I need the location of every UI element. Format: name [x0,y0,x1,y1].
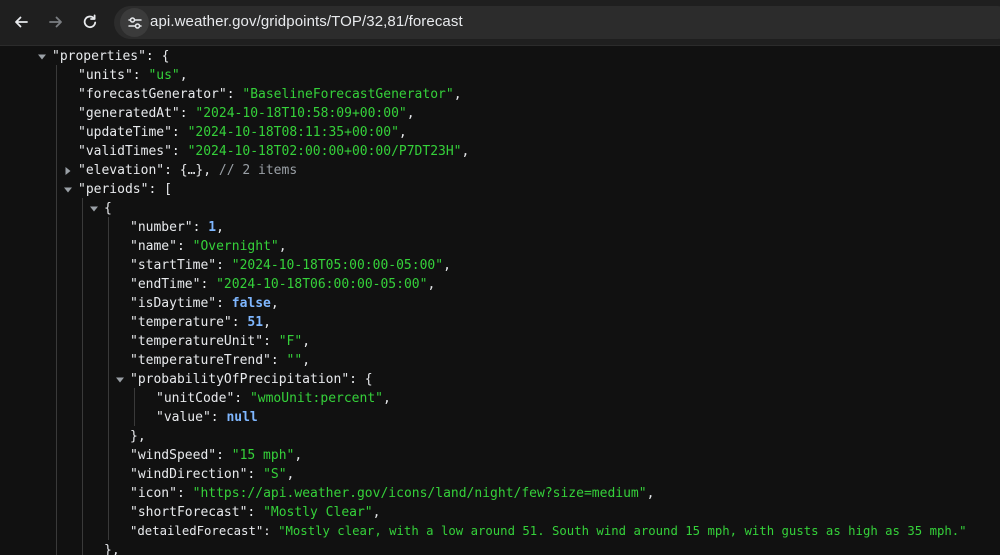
collapse-toggle-period-0[interactable] [89,199,99,218]
forward-arrow-icon [49,16,62,28]
json-boolean: false [231,296,271,311]
item-count-comment: // 2 items [218,163,298,178]
json-key: "updateTime" [78,125,172,140]
json-number: 1 [208,220,217,235]
json-string: "2024-10-18T02:00:00+00:00/P7DT23H" [187,144,462,159]
json-line: "detailedForecast": "Mostly clear, with … [130,524,967,538]
json-line: "unitCode": "wmoUnit:percent", [156,391,391,406]
json-key: "number" [130,220,193,235]
json-string: "2024-10-18T08:11:35+00:00" [187,125,399,140]
json-key: "temperatureTrend" [130,353,271,368]
json-string: "Mostly clear, with a low around 51. Sou… [278,524,967,538]
json-line: "number": 1, [130,220,224,235]
back-button[interactable] [7,8,35,36]
indent-guide [134,388,135,426]
browser-toolbar: api.weather.gov/gridpoints/TOP/32,81/for… [0,0,1000,46]
json-key: "windSpeed" [130,448,217,463]
json-number: 51 [247,315,264,330]
collapse-toggle-pop[interactable] [115,370,125,389]
json-key: "icon" [130,486,177,501]
json-line: "temperatureUnit": "F", [130,334,311,349]
json-line: "endTime": "2024-10-18T06:00:00-05:00", [130,277,436,292]
json-string: "2024-10-18T06:00:00-05:00" [216,277,428,292]
json-line: }, [130,429,146,444]
collapsed-object[interactable]: {…} [180,163,203,178]
json-string: "" [286,353,303,368]
json-line: "probabilityOfPrecipitation": { [130,372,373,387]
triangle-down-icon [64,187,72,192]
json-key: "probabilityOfPrecipitation" [130,372,350,387]
json-line: "isDaytime": false, [130,296,279,311]
json-key: "temperatureUnit" [130,334,264,349]
indent-guide [108,217,109,540]
json-key: "value" [156,410,211,425]
json-line: "forecastGenerator": "BaselineForecastGe… [78,87,462,102]
json-line: "properties": { [52,49,170,64]
site-info-button[interactable] [120,8,149,37]
json-string: "2024-10-18T05:00:00-05:00" [231,258,444,273]
json-line: "periods": [ [78,182,172,197]
json-line: "elevation": {…}, // 2 items [78,163,298,178]
json-key: "startTime" [130,258,217,273]
json-key: "validTimes" [78,144,172,159]
json-line: }, [104,543,120,555]
json-string: "Overnight" [192,239,279,254]
json-string: "us" [148,68,180,83]
indent-guide [82,198,83,555]
json-string: "https://api.weather.gov/icons/land/nigh… [192,486,647,501]
json-key: "elevation" [78,163,165,178]
json-key: "name" [130,239,177,254]
json-string: "15 mph" [231,448,295,463]
address-bar[interactable]: api.weather.gov/gridpoints/TOP/32,81/for… [114,6,1000,39]
json-string: "wmoUnit:percent" [249,391,383,406]
json-key: "unitCode" [156,391,235,406]
json-line: "units": "us", [78,68,188,83]
json-line: "value": null [156,410,258,425]
collapse-toggle-periods[interactable] [63,180,73,199]
triangle-down-icon [90,206,98,211]
json-null: null [226,410,258,425]
json-key: "windDirection" [130,467,248,482]
json-line: "updateTime": "2024-10-18T08:11:35+00:00… [78,125,407,140]
json-key: "shortForecast" [130,505,248,520]
triangle-right-icon [65,166,71,175]
json-string: "2024-10-18T10:58:09+00:00" [195,106,407,121]
json-line: "shortForecast": "Mostly Clear", [130,505,381,520]
json-key: "isDaytime" [130,296,217,311]
json-string: "BaselineForecastGenerator" [242,87,454,102]
json-viewer: "properties": { "units": "us", "forecast… [0,46,1000,555]
json-key: "properties" [52,49,146,64]
json-key: "generatedAt" [78,106,180,121]
json-line: "windSpeed": "15 mph", [130,448,303,463]
reload-icon [83,14,97,29]
json-line: "icon": "https://api.weather.gov/icons/l… [130,486,655,501]
json-line: "generatedAt": "2024-10-18T10:58:09+00:0… [78,106,415,121]
json-line: "windDirection": "S", [130,467,295,482]
forward-button[interactable] [42,8,70,36]
json-key: "periods" [78,182,149,197]
json-string: "Mostly Clear" [263,505,373,520]
json-key: "units" [78,68,133,83]
triangle-down-icon [116,377,124,382]
indent-guide [56,65,57,555]
json-string: "F" [278,334,303,349]
json-line: { [104,201,112,216]
reload-button[interactable] [76,8,104,36]
json-line: "validTimes": "2024-10-18T02:00:00+00:00… [78,144,470,159]
tune-icon [127,16,142,29]
collapse-toggle-properties[interactable] [37,47,47,66]
back-arrow-icon [15,16,28,28]
json-key: "endTime" [130,277,201,292]
url-text[interactable]: api.weather.gov/gridpoints/TOP/32,81/for… [150,13,463,30]
json-line: "startTime": "2024-10-18T05:00:00-05:00"… [130,258,451,273]
triangle-down-icon [38,54,46,59]
json-key: "temperature" [130,315,232,330]
json-line: "temperatureTrend": "", [130,353,311,368]
json-string: "S" [263,467,287,482]
json-line: "name": "Overnight", [130,239,287,254]
expand-toggle-elevation[interactable] [63,161,73,180]
json-line: "temperature": 51, [130,315,271,330]
json-key: "forecastGenerator" [78,87,227,102]
json-key: "detailedForecast" [130,524,264,538]
